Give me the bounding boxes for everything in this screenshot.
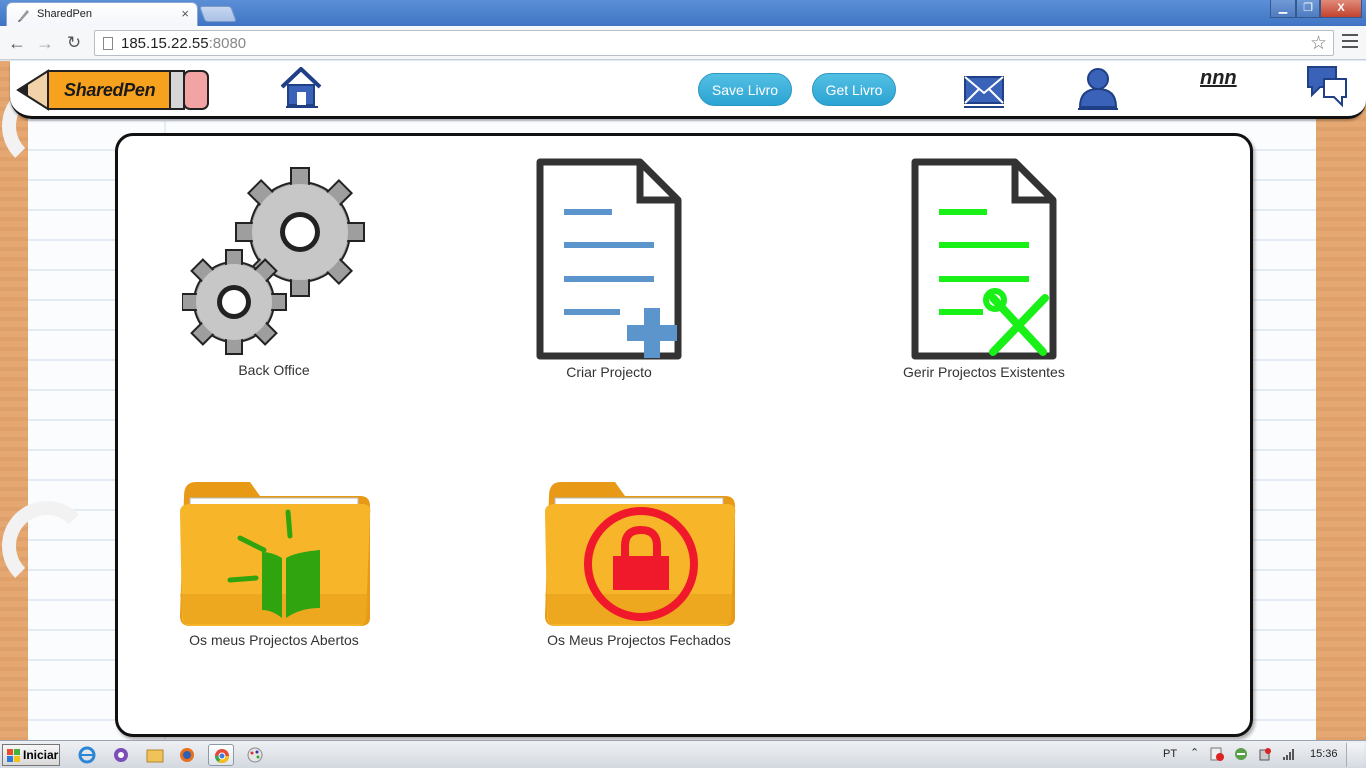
gears-icon: [182, 167, 365, 355]
tile-label: Gerir Projectos Existentes: [903, 364, 1065, 380]
get-livro-button[interactable]: Get Livro: [812, 73, 896, 106]
show-hidden-icons-icon[interactable]: ⌃: [1190, 746, 1199, 759]
file-explorer-icon[interactable]: [142, 744, 168, 766]
save-livro-button[interactable]: Save Livro: [698, 73, 792, 106]
start-button[interactable]: Iniciar: [2, 744, 60, 766]
network-signal-icon[interactable]: [1282, 747, 1296, 761]
tile-label: Os Meus Projectos Fechados: [547, 632, 731, 648]
user-profile-icon[interactable]: [1076, 65, 1120, 111]
clock[interactable]: 15:36: [1310, 748, 1338, 760]
tile-label: Criar Projecto: [566, 364, 652, 380]
new-tab-button[interactable]: [199, 6, 237, 22]
username-link[interactable]: nnn: [1200, 67, 1237, 90]
browser-menu-icon[interactable]: [1342, 34, 1358, 48]
back-office-tile[interactable]: Back Office: [182, 162, 366, 378]
maximize-button[interactable]: ❐: [1296, 0, 1320, 18]
gerir-projectos-tile[interactable]: Gerir Projectos Existentes: [903, 158, 1065, 380]
address-bar[interactable]: 185.15.22.55:8080 ☆: [94, 30, 1334, 56]
projectos-fechados-tile[interactable]: Os Meus Projectos Fechados: [541, 474, 737, 648]
binder-ring: [2, 501, 92, 591]
mail-icon[interactable]: [962, 71, 1006, 109]
show-desktop-button[interactable]: [1346, 743, 1364, 767]
projectos-abertos-tile[interactable]: Os meus Projectos Abertos: [176, 474, 372, 648]
page-content: SharedPen Save Livro Get Livro nnn Back …: [0, 61, 1366, 740]
browser-titlebar: SharedPen × ▁ ❐ X: [0, 0, 1366, 26]
tile-label: Os meus Projectos Abertos: [189, 632, 359, 648]
security-alert-icon[interactable]: [1210, 747, 1224, 761]
start-label: Iniciar: [23, 748, 59, 762]
internet-explorer-icon[interactable]: [74, 744, 100, 766]
reload-icon[interactable]: ↻: [63, 32, 85, 54]
chrome-icon[interactable]: [208, 744, 234, 766]
browser-tab[interactable]: SharedPen ×: [6, 2, 198, 26]
close-window-button[interactable]: X: [1320, 0, 1362, 18]
minimize-button[interactable]: ▁: [1270, 0, 1296, 18]
closed-folder-lock-icon: [545, 482, 736, 626]
logo-text: SharedPen: [64, 80, 156, 100]
page-icon: [103, 37, 113, 50]
sharedpen-favicon-icon: [18, 10, 29, 22]
paint-icon[interactable]: [242, 744, 268, 766]
criar-projecto-tile[interactable]: Criar Projecto: [536, 158, 682, 380]
chat-icon[interactable]: [1304, 63, 1350, 109]
wood-background-right: [1316, 61, 1366, 740]
url-text[interactable]: 185.15.22.55:8080: [121, 35, 246, 52]
browser-toolbar: ← → ↻ 185.15.22.55:8080 ☆: [0, 26, 1366, 60]
dashboard-panel: Back Office Criar Projecto Gerir Project…: [115, 133, 1253, 737]
sharedpen-logo[interactable]: SharedPen: [16, 67, 212, 113]
tile-label: Back Office: [238, 362, 310, 378]
tab-close-icon[interactable]: ×: [181, 6, 189, 21]
forward-arrow-icon[interactable]: →: [34, 32, 56, 54]
viber-icon[interactable]: [108, 744, 134, 766]
windows-taskbar: Iniciar PT ⌃ 15:36: [0, 740, 1366, 768]
language-indicator[interactable]: PT: [1163, 748, 1177, 760]
bookmark-star-icon[interactable]: ☆: [1310, 32, 1327, 55]
tab-title: SharedPen: [37, 8, 93, 20]
home-icon[interactable]: [278, 65, 324, 109]
update-icon[interactable]: [1234, 747, 1248, 761]
new-document-icon: [536, 158, 682, 360]
firefox-icon[interactable]: [174, 744, 200, 766]
power-warning-icon[interactable]: [1258, 747, 1272, 761]
back-arrow-icon[interactable]: ←: [6, 32, 28, 54]
windows-logo-icon: [7, 749, 20, 762]
manage-document-icon: [911, 158, 1057, 360]
open-folder-book-icon: [180, 482, 371, 626]
app-header: SharedPen Save Livro Get Livro nnn: [10, 61, 1366, 119]
